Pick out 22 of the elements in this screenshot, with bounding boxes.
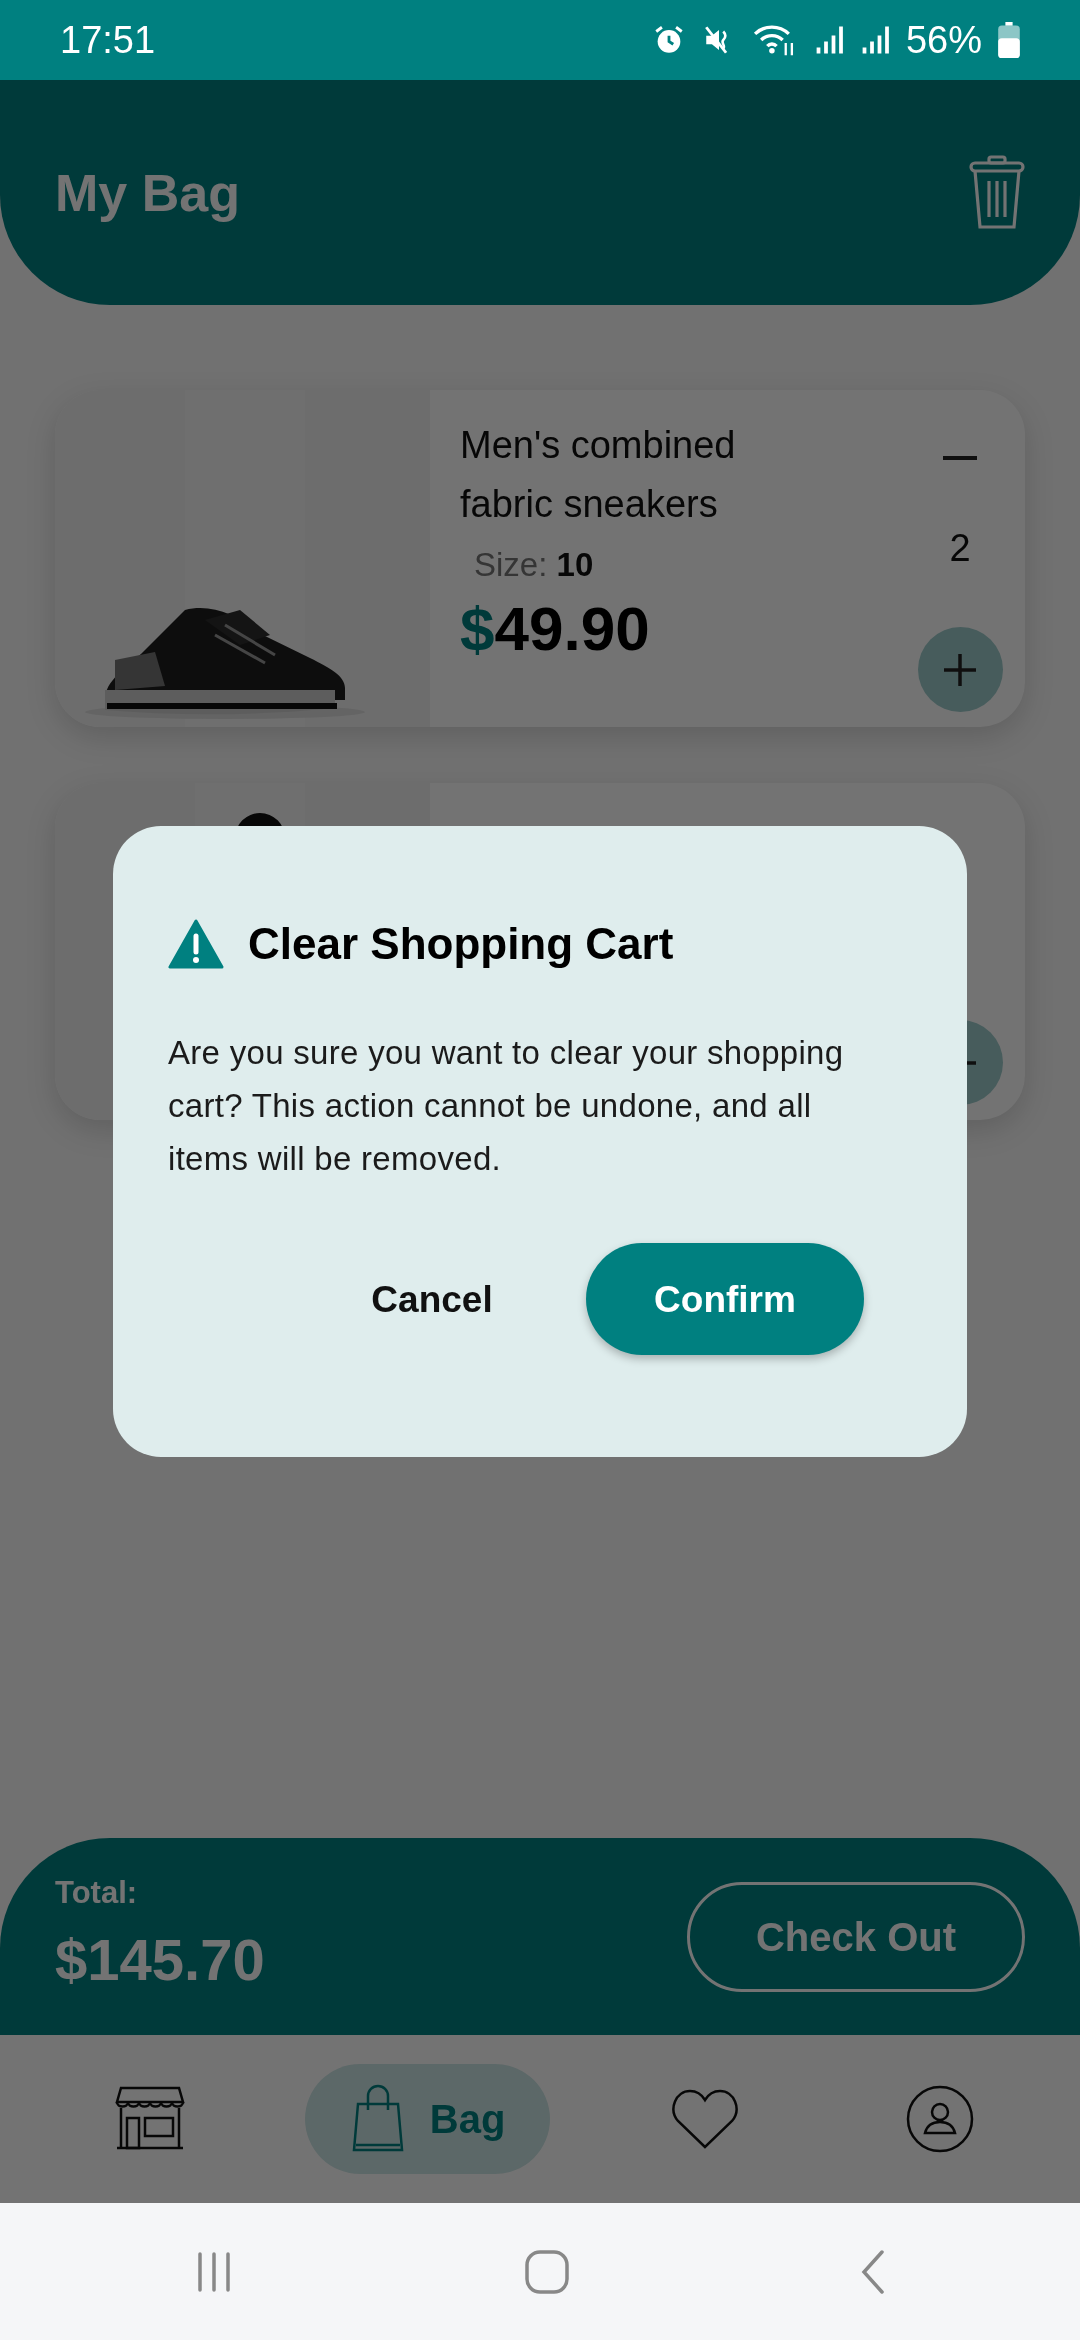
quantity-value: 2 — [949, 525, 971, 571]
confirm-button[interactable]: Confirm — [586, 1243, 864, 1356]
minus-icon — [943, 455, 977, 460]
clock-time: 17:51 — [60, 17, 156, 63]
heart-icon — [670, 2087, 741, 2151]
product-price: $49.90 — [460, 593, 651, 666]
cancel-button[interactable]: Cancel — [302, 1243, 562, 1356]
checkout-button[interactable]: Check Out — [687, 1881, 1025, 1992]
dialog-message: Are you sure you want to clear your shopping cart? This action cannot be undone, and all items will be removed. — [168, 1033, 845, 1179]
battery-level: 56% — [905, 17, 982, 63]
total-label: Total: — [55, 1873, 139, 1912]
delete-button[interactable] — [969, 154, 1025, 231]
page-title: My Bag — [55, 162, 240, 224]
product-name: Men's combined fabric sneakers — [460, 423, 737, 527]
home-icon[interactable] — [524, 2248, 570, 2295]
warning-icon — [168, 919, 224, 969]
profile-icon — [904, 2084, 975, 2154]
product-size: Size: 10 — [474, 544, 595, 585]
total-amount: $145.70 — [55, 1926, 265, 1995]
dialog-title: Clear Shopping Cart — [248, 918, 674, 970]
trash-icon — [969, 154, 1025, 231]
battery-icon — [998, 22, 1020, 58]
